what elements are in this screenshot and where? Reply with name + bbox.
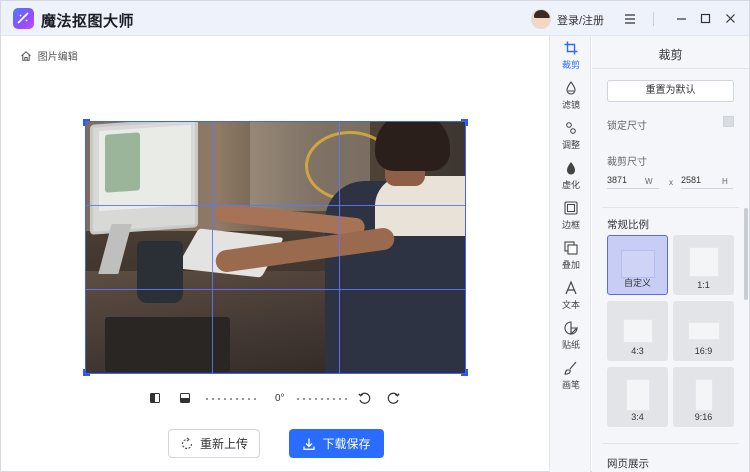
adjust-icon: [566, 122, 576, 134]
lock-size-checkbox[interactable]: [723, 116, 734, 127]
crop-height-input[interactable]: 2581: [681, 175, 701, 185]
rail-item-brush[interactable]: 画笔: [550, 360, 592, 398]
menu-icon[interactable]: [621, 10, 638, 27]
user-avatar[interactable]: [531, 9, 551, 29]
panel-scrollbar[interactable]: [744, 208, 748, 300]
download-save-label: 下载保存: [322, 437, 371, 451]
crop-icon: [564, 41, 578, 55]
ratio-label: 1:1: [697, 280, 710, 290]
panel-divider: [592, 68, 749, 69]
rotation-angle: 0°: [275, 393, 285, 404]
crop-settings-panel: 裁剪 重置为默认 锁定尺寸 裁剪尺寸 3871 W x 2581 H 常规比例 …: [592, 36, 749, 472]
reset-default-button[interactable]: 重置为默认: [607, 80, 734, 102]
crop-size-label: 裁剪尺寸: [607, 157, 647, 168]
ratio-section-title: 常规比例: [607, 219, 649, 231]
text-icon: [565, 280, 577, 295]
size-times: x: [669, 178, 673, 187]
crop-handle-bottom-left[interactable]: [83, 369, 90, 376]
ratio-option-4-3[interactable]: 4:3: [607, 301, 668, 361]
flip-vertical-icon[interactable]: [179, 392, 191, 404]
rail-label: 画笔: [561, 380, 580, 390]
reupload-label: 重新上传: [199, 437, 248, 451]
rail-item-overlay[interactable]: 叠加: [550, 240, 592, 278]
minimize-icon[interactable]: [673, 10, 690, 27]
ratio-option-custom[interactable]: 自定义: [607, 235, 668, 295]
title-bar: 魔法抠图大师 登录/注册: [1, 1, 749, 36]
rail-label: 滤镜: [561, 100, 580, 110]
crop-width-input[interactable]: 3871: [607, 175, 627, 185]
rotation-slider-left[interactable]: [206, 398, 260, 400]
refresh-icon: [181, 436, 193, 449]
download-save-button[interactable]: 下载保存: [289, 429, 384, 458]
panel-title: 裁剪: [658, 48, 683, 62]
breadcrumb[interactable]: 图片编辑: [20, 48, 78, 63]
rotate-left-icon[interactable]: [357, 391, 371, 405]
app-window: 魔法抠图大师 登录/注册 图片编辑 0° 重新上传 下载保存 裁剪 滤镜 调整 …: [0, 0, 750, 472]
rail-item-blur[interactable]: 虚化: [550, 160, 592, 198]
rail-label: 裁剪: [561, 60, 580, 70]
transform-toolbar: 0°: [149, 390, 409, 408]
rail-item-border[interactable]: 边框: [550, 200, 592, 238]
height-unit: H: [722, 177, 728, 186]
crop-handle-bottom-right[interactable]: [461, 369, 468, 376]
crop-handle-top-right[interactable]: [461, 119, 468, 126]
width-underline: [607, 188, 659, 189]
rotate-right-icon[interactable]: [387, 391, 401, 405]
filter-icon: [566, 81, 576, 95]
maximize-icon[interactable]: [697, 10, 714, 27]
overlay-icon: [564, 241, 578, 255]
rail-label: 边框: [561, 220, 580, 230]
rail-item-crop[interactable]: 裁剪: [550, 40, 592, 78]
app-title: 魔法抠图大师: [41, 13, 135, 30]
web-display-section-title: 网页展示: [607, 458, 649, 470]
lock-size-label: 锁定尺寸: [607, 121, 647, 132]
rail-item-adjust[interactable]: 调整: [550, 120, 592, 158]
rail-item-text[interactable]: 文本: [550, 280, 592, 318]
download-icon: [303, 438, 316, 450]
crop-handle-top-left[interactable]: [83, 119, 90, 126]
section-divider: [602, 207, 739, 208]
home-icon: [21, 51, 31, 61]
sticker-icon: [564, 321, 578, 336]
flip-horizontal-icon[interactable]: [149, 392, 161, 404]
rail-label: 叠加: [561, 260, 580, 270]
blur-icon: [567, 162, 575, 175]
width-unit: W: [645, 177, 653, 186]
login-register-link[interactable]: 登录/注册: [557, 12, 604, 28]
crop-frame[interactable]: [85, 121, 466, 374]
border-icon: [564, 201, 578, 215]
tool-rail: 裁剪 滤镜 调整 虚化 边框 叠加 文本 贴纸 画笔: [549, 36, 591, 472]
ratio-option-16-9[interactable]: 16:9: [673, 301, 734, 361]
app-logo-icon: [13, 8, 34, 29]
height-underline: [681, 188, 733, 189]
ratio-option-3-4[interactable]: 3:4: [607, 367, 668, 427]
rail-label: 文本: [561, 300, 580, 310]
ratio-label: 16:9: [694, 346, 713, 356]
section-divider: [602, 443, 739, 444]
title-separator: [653, 12, 654, 26]
ratio-label: 9:16: [694, 412, 713, 422]
brush-icon: [564, 361, 577, 375]
ratio-label: 4:3: [631, 346, 644, 356]
rail-label: 虚化: [561, 180, 580, 190]
rail-label: 调整: [561, 140, 580, 150]
rail-item-sticker[interactable]: 贴纸: [550, 320, 592, 358]
rail-label: 贴纸: [561, 340, 580, 350]
ratio-option-1-1[interactable]: 1:1: [673, 235, 734, 295]
ratio-label: 自定义: [623, 278, 651, 288]
rotation-slider-right[interactable]: [297, 398, 351, 400]
breadcrumb-label: 图片编辑: [37, 52, 78, 63]
ratio-label: 3:4: [631, 412, 644, 422]
close-icon[interactable]: [722, 10, 739, 27]
ratio-option-9-16[interactable]: 9:16: [673, 367, 734, 427]
reupload-button[interactable]: 重新上传: [168, 429, 260, 458]
rail-item-filter[interactable]: 滤镜: [550, 80, 592, 118]
